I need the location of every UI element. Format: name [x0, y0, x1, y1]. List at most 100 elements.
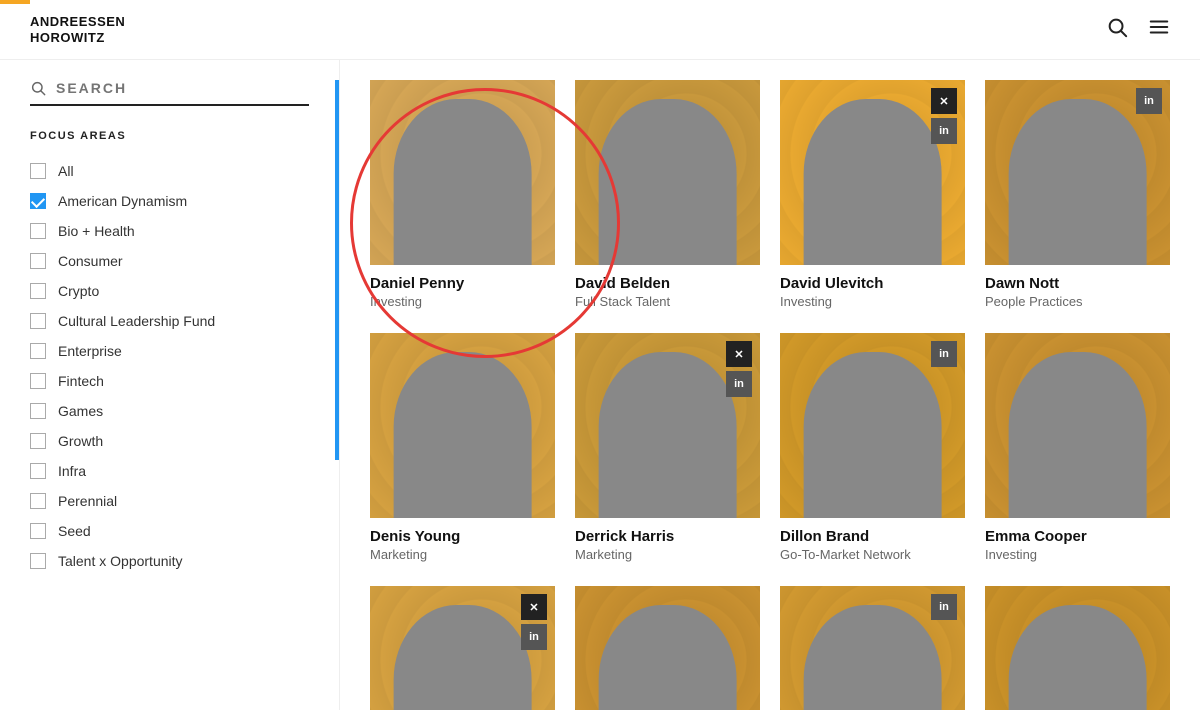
person-role: Investing: [370, 294, 555, 309]
filter-checkbox-growth[interactable]: [30, 433, 46, 449]
filter-checkbox-bio-health[interactable]: [30, 223, 46, 239]
person-name: Emma Cooper: [985, 528, 1170, 545]
layout: FOCUS AREAS AllAmerican DynamismBio + He…: [0, 60, 1200, 710]
filter-checkbox-crypto[interactable]: [30, 283, 46, 299]
social-badges: ✕ in: [726, 341, 752, 397]
filter-checkbox-enterprise[interactable]: [30, 343, 46, 359]
menu-icon[interactable]: [1148, 16, 1170, 44]
filter-item-all[interactable]: All: [30, 156, 309, 186]
filter-label-fintech: Fintech: [58, 373, 104, 389]
filter-item-fintech[interactable]: Fintech: [30, 366, 309, 396]
person-card[interactable]: ✕ in David Ulevitch Investing: [780, 80, 965, 313]
sidebar-scroll-indicator: [335, 80, 339, 460]
person-photo-inner: ✕ in: [780, 80, 965, 265]
filter-item-perennial[interactable]: Perennial: [30, 486, 309, 516]
person-name: Derrick Harris: [575, 528, 760, 545]
person-grid: Daniel Penny Investing David BeldenFull St…: [370, 80, 1170, 710]
search-bar[interactable]: [30, 80, 309, 106]
person-body-shape: [1008, 352, 1147, 519]
person-card[interactable]: Daniel Penny Investing: [370, 80, 555, 313]
person-photo-inner: [575, 586, 760, 710]
filter-item-consumer[interactable]: Consumer: [30, 246, 309, 276]
person-photo-wrapper: [370, 333, 555, 518]
person-body-shape: [1008, 605, 1147, 710]
filter-item-cultural-leadership-fund[interactable]: Cultural Leadership Fund: [30, 306, 309, 336]
person-card[interactable]: ✕ in Derrick Harris Marketing: [575, 333, 760, 566]
person-card[interactable]: Person Row3BInvesting: [575, 586, 760, 710]
person-info: Denis Young Marketing: [370, 518, 555, 566]
filter-label-cultural-leadership-fund: Cultural Leadership Fund: [58, 313, 215, 329]
person-card[interactable]: ✕inPerson Row3AMarketing: [370, 586, 555, 710]
sidebar: FOCUS AREAS AllAmerican DynamismBio + He…: [0, 60, 340, 710]
person-name: Denis Young: [370, 528, 555, 545]
social-badges: ✕ in: [931, 88, 957, 144]
person-card[interactable]: David BeldenFull Stack Talent: [575, 80, 760, 313]
person-photo-inner: in: [780, 586, 965, 710]
linkedin-badge[interactable]: in: [931, 341, 957, 367]
person-card[interactable]: inDillon BrandGo-To-Market Network: [780, 333, 965, 566]
filter-label-enterprise: Enterprise: [58, 343, 122, 359]
filter-checkbox-american-dynamism[interactable]: [30, 193, 46, 209]
linkedin-badge[interactable]: in: [521, 624, 547, 650]
person-photo-wrapper: in: [780, 586, 965, 710]
filter-item-american-dynamism[interactable]: American Dynamism: [30, 186, 309, 216]
main-content: Daniel Penny Investing David BeldenFull St…: [340, 60, 1200, 710]
filter-checkbox-perennial[interactable]: [30, 493, 46, 509]
person-name: Daniel Penny: [370, 275, 555, 292]
filter-checkbox-cultural-leadership-fund[interactable]: [30, 313, 46, 329]
filter-checkbox-seed[interactable]: [30, 523, 46, 539]
filter-label-infra: Infra: [58, 463, 86, 479]
person-card[interactable]: Denis Young Marketing: [370, 333, 555, 566]
filter-item-crypto[interactable]: Crypto: [30, 276, 309, 306]
person-role: People Practices: [985, 294, 1170, 309]
person-body-shape: [803, 99, 942, 266]
person-role: Marketing: [370, 547, 555, 562]
person-photo-inner: [575, 80, 760, 265]
person-card[interactable]: Emma CooperInvesting: [985, 333, 1170, 566]
filter-checkbox-talent-x-opportunity[interactable]: [30, 553, 46, 569]
filter-item-enterprise[interactable]: Enterprise: [30, 336, 309, 366]
logo-text: ANDREESSEN HOROWITZ: [30, 14, 125, 45]
filter-checkbox-fintech[interactable]: [30, 373, 46, 389]
linkedin-badge[interactable]: in: [931, 594, 957, 620]
filter-item-infra[interactable]: Infra: [30, 456, 309, 486]
person-info: Daniel Penny Investing: [370, 265, 555, 313]
filter-label-seed: Seed: [58, 523, 91, 539]
filter-item-growth[interactable]: Growth: [30, 426, 309, 456]
person-card[interactable]: inPerson Row3COperations: [780, 586, 965, 710]
person-role: Full Stack Talent: [575, 294, 760, 309]
filter-item-seed[interactable]: Seed: [30, 516, 309, 546]
search-icon[interactable]: [1106, 16, 1128, 44]
person-card[interactable]: inDawn NottPeople Practices: [985, 80, 1170, 313]
person-photo-wrapper: ✕ in: [370, 586, 555, 710]
filter-item-talent-x-opportunity[interactable]: Talent x Opportunity: [30, 546, 309, 576]
social-badges: in: [1136, 88, 1162, 114]
filter-checkbox-games[interactable]: [30, 403, 46, 419]
twitter-badge[interactable]: ✕: [521, 594, 547, 620]
filter-checkbox-consumer[interactable]: [30, 253, 46, 269]
search-input[interactable]: [56, 80, 309, 96]
person-photo-wrapper: in: [985, 80, 1170, 265]
filter-checkbox-infra[interactable]: [30, 463, 46, 479]
person-photo-wrapper: [985, 333, 1170, 518]
person-photo-inner: ✕ in: [370, 586, 555, 710]
person-role: Marketing: [575, 547, 760, 562]
header: ANDREESSEN HOROWITZ: [0, 0, 1200, 60]
linkedin-badge[interactable]: in: [931, 118, 957, 144]
filter-checkbox-all[interactable]: [30, 163, 46, 179]
linkedin-badge[interactable]: in: [726, 371, 752, 397]
person-body-shape: [1008, 99, 1147, 266]
social-badges: in: [931, 594, 957, 620]
twitter-badge[interactable]: ✕: [931, 88, 957, 114]
twitter-badge[interactable]: ✕: [726, 341, 752, 367]
filter-item-bio-health[interactable]: Bio + Health: [30, 216, 309, 246]
person-photo-inner: [370, 333, 555, 518]
person-role: Investing: [780, 294, 965, 309]
person-body-shape: [393, 99, 532, 266]
header-accent-bar: [0, 0, 30, 4]
person-name: David Ulevitch: [780, 275, 965, 292]
linkedin-badge[interactable]: in: [1136, 88, 1162, 114]
social-badges: ✕ in: [521, 594, 547, 650]
filter-item-games[interactable]: Games: [30, 396, 309, 426]
person-card[interactable]: Person Row3DInvesting: [985, 586, 1170, 710]
